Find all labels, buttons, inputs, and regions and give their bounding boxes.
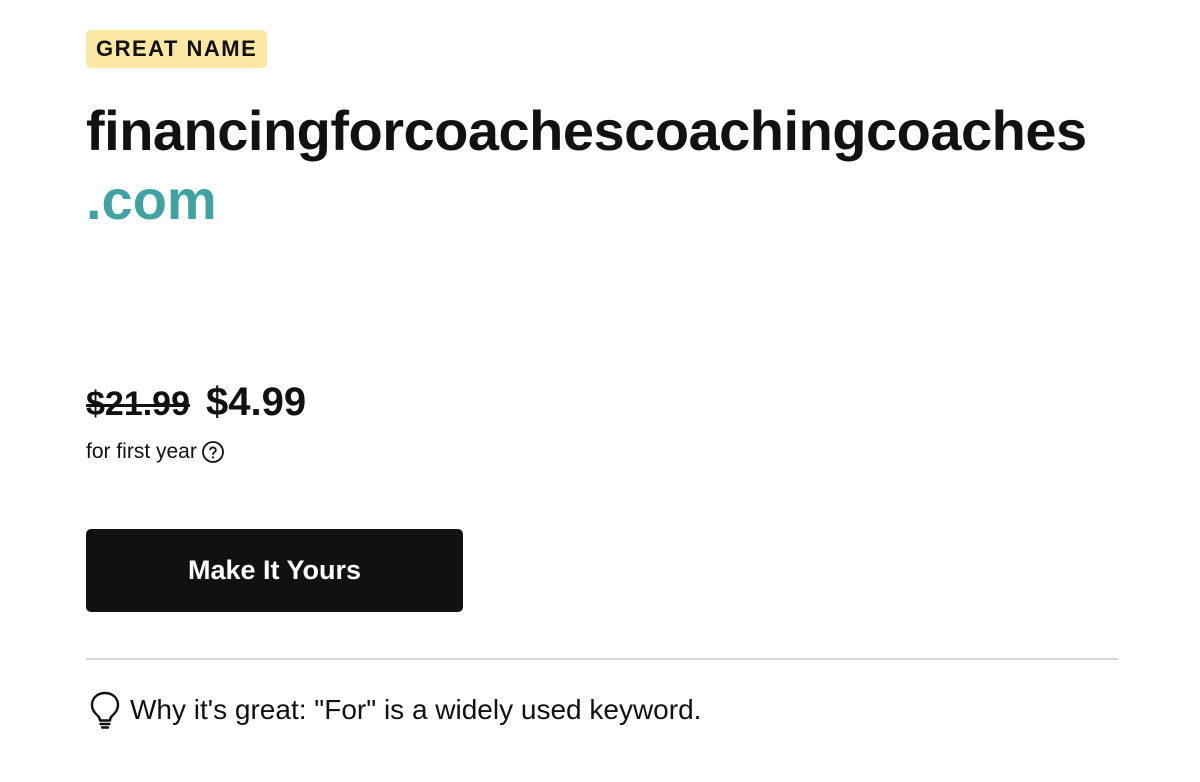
- divider: [86, 658, 1118, 660]
- lightbulb-icon: [88, 690, 122, 730]
- price-term-label: for first year: [86, 440, 197, 463]
- domain-name: financingforcoachescoachingcoaches: [86, 99, 1087, 162]
- sale-price: $4.99: [206, 380, 307, 424]
- price-term-note: for first year: [86, 440, 225, 464]
- make-it-yours-button[interactable]: Make It Yours: [86, 529, 463, 612]
- original-price: $21.99: [86, 385, 190, 423]
- domain-suggestion-card: GREAT NAME financingforcoachescoachingco…: [0, 0, 1200, 782]
- why-its-great: Why it's great: "For" is a widely used k…: [88, 690, 701, 730]
- question-circle-icon[interactable]: [201, 440, 225, 464]
- great-name-badge: GREAT NAME: [86, 30, 268, 68]
- why-its-great-text: Why it's great: "For" is a widely used k…: [130, 694, 702, 725]
- price-row: $21.99 $4.99: [86, 380, 306, 425]
- domain-tld: .com: [86, 168, 217, 231]
